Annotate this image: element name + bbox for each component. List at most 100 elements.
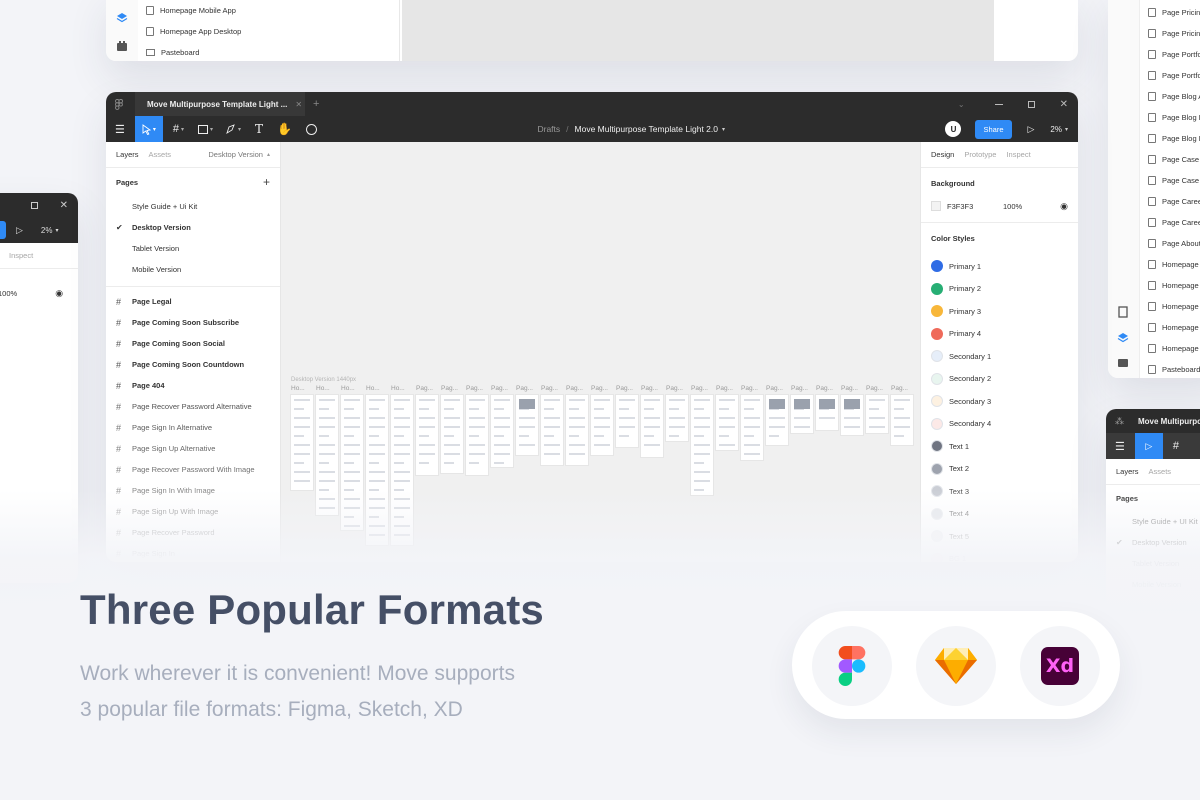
hamburger-menu-icon[interactable]: ☰ <box>115 123 125 136</box>
play-icon[interactable]: ▷ <box>16 225 23 236</box>
page-item[interactable]: Style Guide + Ui Kit <box>106 196 280 217</box>
frame-item[interactable]: # Page Recover Password With Image <box>106 459 280 480</box>
frame-tool-icon[interactable]: # <box>173 123 179 135</box>
xd-badge[interactable]: Xd <box>1020 626 1100 706</box>
frame-thumbnail[interactable] <box>466 395 488 475</box>
shape-tool-icon[interactable] <box>198 124 209 134</box>
pen-tool-icon[interactable] <box>225 123 236 135</box>
layers-icon[interactable] <box>116 12 128 24</box>
frame-thumbnail[interactable] <box>291 395 313 490</box>
figma-badge[interactable] <box>812 626 892 706</box>
frame-item[interactable]: # Page Legal <box>106 291 280 312</box>
page-item[interactable]: Tablet Version <box>1106 553 1200 574</box>
page-row[interactable]: Page Blog L <box>1140 128 1200 149</box>
share-button[interactable]: Share <box>975 119 1012 139</box>
frame-item[interactable]: # Page Sign In Alternative <box>106 417 280 438</box>
frame-thumbnail[interactable] <box>366 395 388 545</box>
background-swatch[interactable] <box>931 201 941 211</box>
page-icon[interactable] <box>1117 306 1129 318</box>
close-icon[interactable]: ✕ <box>1060 99 1068 110</box>
zoom-level[interactable]: 2% <box>41 226 53 235</box>
move-tool-button[interactable]: ▷ <box>1134 433 1163 459</box>
color-style-item[interactable]: Primary 1 <box>921 255 1078 278</box>
move-tool-button[interactable]: ▾ <box>134 116 163 142</box>
eye-icon[interactable]: ◉ <box>1060 201 1068 212</box>
frame-item[interactable]: # Page Coming Soon Subscribe <box>106 312 280 333</box>
tab-inspect[interactable]: Inspect <box>1006 150 1030 159</box>
tab-layers[interactable]: Layers <box>1116 467 1139 476</box>
file-tab[interactable]: Move Multipurpose Template Light ... ✕ <box>135 92 305 116</box>
color-style-item[interactable]: Secondary 4 <box>921 413 1078 436</box>
color-style-item[interactable]: Primary 4 <box>921 323 1078 346</box>
chevron-up-icon[interactable]: ▴ <box>267 151 270 158</box>
page-row[interactable]: Page Blog A <box>1140 86 1200 107</box>
share-button-partial[interactable] <box>0 221 6 239</box>
frame-item[interactable]: # Page Sign Up Alternative <box>106 438 280 459</box>
present-icon[interactable]: ▷ <box>1028 124 1035 135</box>
color-style-item[interactable]: Secondary 2 <box>921 368 1078 391</box>
color-style-item[interactable]: Primary 2 <box>921 278 1078 301</box>
eye-icon[interactable]: ◉ <box>55 288 63 299</box>
page-row[interactable]: Page Blog L <box>1140 107 1200 128</box>
frame-thumbnail[interactable] <box>541 395 563 465</box>
file-name[interactable]: Move Multipurpose Template Light 2.0 <box>575 124 718 134</box>
frame-thumbnail[interactable] <box>816 395 838 430</box>
minimize-icon[interactable] <box>994 103 1003 105</box>
frame-item[interactable]: # Page Sign In <box>106 543 280 562</box>
color-style-item[interactable]: Text 2 <box>921 458 1078 481</box>
layers-icon[interactable] <box>1117 332 1129 344</box>
page-item[interactable]: ✔ Desktop Version <box>106 217 280 238</box>
frame-item[interactable]: # Page 404 <box>106 375 280 396</box>
page-item[interactable]: ✔ Desktop Version <box>1106 532 1200 553</box>
page-row[interactable]: Homepage Mobile App <box>138 0 399 21</box>
tab-assets[interactable]: Assets <box>149 150 172 159</box>
color-style-item[interactable]: Text 1 <box>921 435 1078 458</box>
frame-thumbnail[interactable] <box>666 395 688 441</box>
frame-tool-icon[interactable]: # <box>1173 440 1179 452</box>
chevron-down-icon[interactable]: ⌄ <box>958 100 965 109</box>
page-row[interactable]: Page Case S <box>1140 170 1200 191</box>
color-style-item[interactable]: Text 4 <box>921 503 1078 526</box>
frame-thumbnail[interactable] <box>441 395 463 473</box>
figma-menu-icon[interactable] <box>115 98 123 110</box>
new-tab-icon[interactable]: + <box>313 98 319 110</box>
assets-icon[interactable] <box>116 40 128 52</box>
frame-item[interactable]: # Page Sign In With Image <box>106 480 280 501</box>
page-row[interactable]: Page Career <box>1140 191 1200 212</box>
hamburger-menu-icon[interactable]: ☰ <box>1115 440 1125 453</box>
version-dropdown[interactable]: Desktop Version <box>208 150 263 159</box>
opacity-value[interactable]: 100% <box>0 289 17 298</box>
chevron-down-icon[interactable]: ▾ <box>1065 126 1068 133</box>
frame-thumbnail[interactable] <box>766 395 788 445</box>
frame-thumbnail[interactable] <box>591 395 613 455</box>
frame-thumbnail[interactable] <box>891 395 913 445</box>
maximize-icon[interactable] <box>30 201 38 209</box>
frame-thumbnail[interactable] <box>641 395 663 457</box>
frame-thumbnail[interactable] <box>516 395 538 455</box>
tab-inspect[interactable]: Inspect <box>9 251 33 260</box>
page-row[interactable]: Homepage <box>1140 254 1200 275</box>
frame-thumbnail[interactable] <box>841 395 863 435</box>
page-row[interactable]: Page Career <box>1140 212 1200 233</box>
breadcrumb-drafts[interactable]: Drafts <box>537 124 560 134</box>
page-row[interactable]: Homepage <box>1140 275 1200 296</box>
close-icon[interactable]: ✕ <box>60 200 68 211</box>
maximize-icon[interactable] <box>1027 100 1035 108</box>
color-style-item[interactable]: BG 1 <box>921 548 1078 562</box>
frame-item[interactable]: # Page Coming Soon Social <box>106 333 280 354</box>
chevron-down-icon[interactable]: ▾ <box>55 227 58 234</box>
color-style-item[interactable]: Secondary 3 <box>921 390 1078 413</box>
page-item[interactable]: Mobile Version <box>1106 574 1200 595</box>
tab-assets[interactable]: Assets <box>1149 467 1172 476</box>
file-tab-title[interactable]: Move Multipurpose <box>1138 417 1200 426</box>
page-row[interactable]: Page Portfolio <box>1140 65 1200 86</box>
page-row[interactable]: Pasteboard <box>138 42 399 61</box>
frame-thumbnail[interactable] <box>741 395 763 460</box>
color-style-item[interactable]: Secondary 1 <box>921 345 1078 368</box>
hand-tool-icon[interactable]: ✋ <box>277 122 292 136</box>
page-row[interactable]: Homepage <box>1140 317 1200 338</box>
assets-icon[interactable] <box>1117 356 1129 368</box>
page-row[interactable]: Page About <box>1140 233 1200 254</box>
frame-item[interactable]: # Page Coming Soon Countdown <box>106 354 280 375</box>
add-page-icon[interactable]: + <box>263 175 270 189</box>
